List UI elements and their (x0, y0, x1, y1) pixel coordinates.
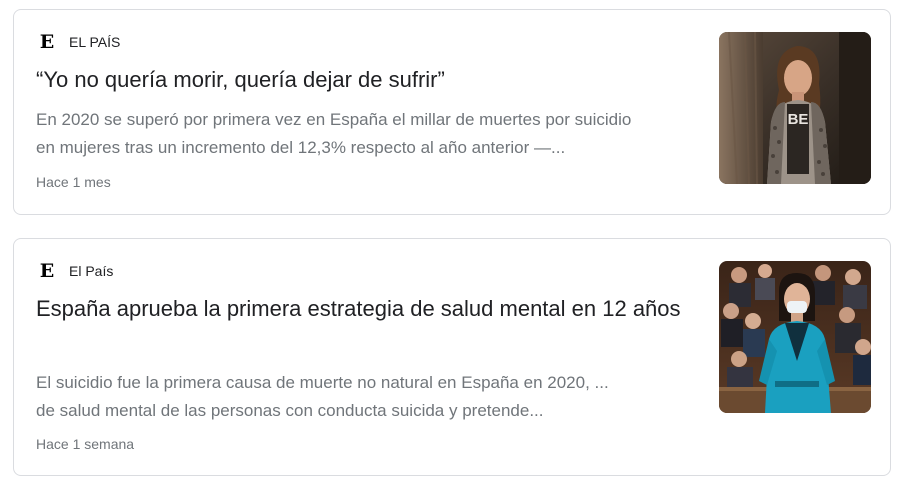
snippet: En 2020 se superó por primera vez en Esp… (36, 106, 706, 162)
snippet-line: El suicidio fue la primera causa de muer… (36, 373, 609, 392)
timestamp: Hace 1 mes (36, 174, 111, 190)
el-pais-logo-icon: E (39, 260, 55, 282)
news-result-card[interactable]: E El País España aprueba la primera estr… (13, 238, 891, 476)
source-name: El País (69, 263, 114, 279)
snippet-line: En 2020 se superó por primera vez en Esp… (36, 110, 632, 129)
thumbnail-image[interactable] (719, 261, 871, 413)
timestamp: Hace 1 semana (36, 436, 135, 452)
el-pais-logo-icon: E (39, 31, 55, 53)
snippet: El suicidio fue la primera causa de muer… (36, 369, 706, 425)
thumbnail-woman-photo: BE (719, 32, 871, 184)
thumbnail-image[interactable]: BE (719, 32, 871, 184)
news-result-card[interactable]: E EL PAÍS “Yo no quería morir, quería de… (13, 9, 891, 215)
headline-link[interactable]: “Yo no quería morir, quería dejar de suf… (36, 64, 696, 96)
source-name: EL PAÍS (69, 34, 121, 50)
headline-link[interactable]: España aprueba la primera estrategia de … (36, 293, 696, 325)
snippet-line: de salud mental de las personas con cond… (36, 401, 544, 420)
snippet-line: en mujeres tras un incremento del 12,3% … (36, 138, 566, 157)
source-row: E EL PAÍS (37, 31, 121, 53)
source-row: E El País (37, 260, 114, 282)
svg-text:BE: BE (788, 111, 809, 128)
thumbnail-parliament-photo (719, 261, 871, 413)
